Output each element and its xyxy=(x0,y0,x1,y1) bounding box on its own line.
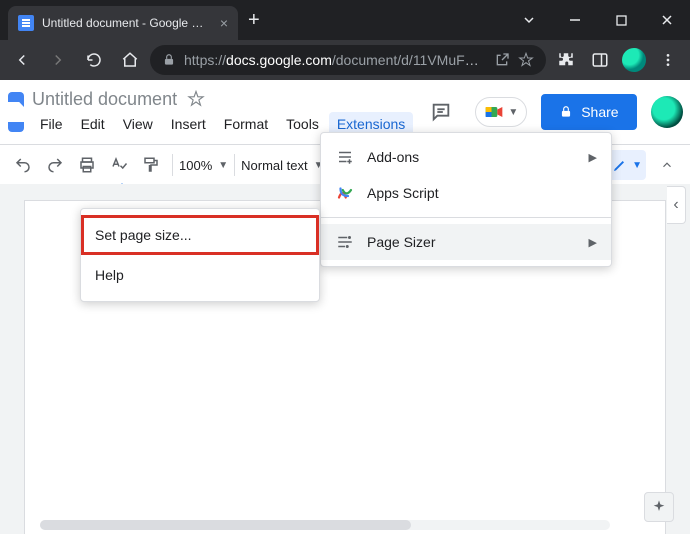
menu-item-apps-script[interactable]: Apps Script xyxy=(321,175,611,211)
submenu-arrow-icon: ▶ xyxy=(589,151,597,164)
apps-script-icon xyxy=(335,183,355,203)
menu-item-set-page-size[interactable]: Set page size... xyxy=(81,215,319,255)
addons-icon xyxy=(335,147,355,167)
document-title[interactable]: Untitled document xyxy=(32,89,177,110)
close-tab-icon[interactable]: × xyxy=(220,15,228,31)
account-avatar[interactable] xyxy=(651,96,683,128)
window-maximize-button[interactable] xyxy=(598,0,644,40)
share-button[interactable]: Share xyxy=(541,94,636,130)
meet-icon xyxy=(484,102,504,122)
menu-file[interactable]: File xyxy=(32,112,71,136)
window-titlebar: Untitled document - Google Doc × + xyxy=(0,0,690,40)
address-bar[interactable]: https://docs.google.com/document/d/11VMu… xyxy=(150,45,546,75)
menu-tools[interactable]: Tools xyxy=(278,112,327,136)
redo-button[interactable] xyxy=(40,150,70,180)
sidepanel-icon[interactable] xyxy=(584,44,616,76)
horizontal-scrollbar[interactable] xyxy=(40,520,610,530)
page-sizer-icon xyxy=(335,232,355,252)
window-close-button[interactable] xyxy=(644,0,690,40)
caret-down-icon: ▼ xyxy=(508,107,518,118)
browser-toolbar: https://docs.google.com/document/d/11VMu… xyxy=(0,40,690,80)
comment-history-icon[interactable] xyxy=(421,92,461,132)
extensions-menu: Add-ons ▶ Apps Script Page Sizer ▶ xyxy=(320,132,612,267)
menu-view[interactable]: View xyxy=(115,112,161,136)
lock-icon xyxy=(162,53,176,67)
collapse-toolbar-button[interactable] xyxy=(652,150,682,180)
menu-item-help[interactable]: Help xyxy=(81,255,319,295)
share-label: Share xyxy=(581,104,618,120)
window-minimize-button[interactable] xyxy=(552,0,598,40)
paint-format-button[interactable] xyxy=(136,150,166,180)
menu-item-addons[interactable]: Add-ons ▶ xyxy=(321,139,611,175)
chevron-down-icon[interactable] xyxy=(506,0,552,40)
menu-item-page-sizer[interactable]: Page Sizer ▶ xyxy=(321,224,611,260)
meet-button[interactable]: ▼ xyxy=(475,97,527,127)
profile-avatar[interactable] xyxy=(618,44,650,76)
nav-forward-button xyxy=(42,44,74,76)
star-icon[interactable] xyxy=(187,90,205,108)
url-text: https://docs.google.com/document/d/11VMu… xyxy=(184,52,486,68)
submenu-arrow-icon: ▶ xyxy=(589,236,597,249)
share-url-icon[interactable] xyxy=(494,52,510,68)
extensions-puzzle-icon[interactable] xyxy=(550,44,582,76)
pencil-icon xyxy=(612,157,628,173)
docs-logo-icon[interactable] xyxy=(8,92,24,132)
menu-insert[interactable]: Insert xyxy=(163,112,214,136)
nav-back-button[interactable] xyxy=(6,44,38,76)
nav-home-button[interactable] xyxy=(114,44,146,76)
explore-button[interactable] xyxy=(644,492,674,522)
menu-separator xyxy=(321,217,611,218)
chrome-menu-button[interactable] xyxy=(652,44,684,76)
browser-tab[interactable]: Untitled document - Google Doc × xyxy=(8,6,238,40)
docs-favicon xyxy=(18,15,34,31)
menu-edit[interactable]: Edit xyxy=(73,112,113,136)
new-tab-button[interactable]: + xyxy=(238,2,270,38)
zoom-dropdown[interactable]: 100%▼ xyxy=(179,158,228,173)
nav-reload-button[interactable] xyxy=(78,44,110,76)
menu-format[interactable]: Format xyxy=(216,112,276,136)
undo-button[interactable] xyxy=(8,150,38,180)
tab-title: Untitled document - Google Doc xyxy=(42,16,212,30)
spellcheck-button[interactable] xyxy=(104,150,134,180)
print-button[interactable] xyxy=(72,150,102,180)
lock-icon xyxy=(559,105,573,119)
show-side-panel-button[interactable]: ‹ xyxy=(667,186,686,224)
page-sizer-submenu: Set page size... Help xyxy=(80,208,320,302)
paragraph-style-dropdown[interactable]: Normal text▼ xyxy=(241,158,323,173)
bookmark-star-icon[interactable] xyxy=(518,52,534,68)
